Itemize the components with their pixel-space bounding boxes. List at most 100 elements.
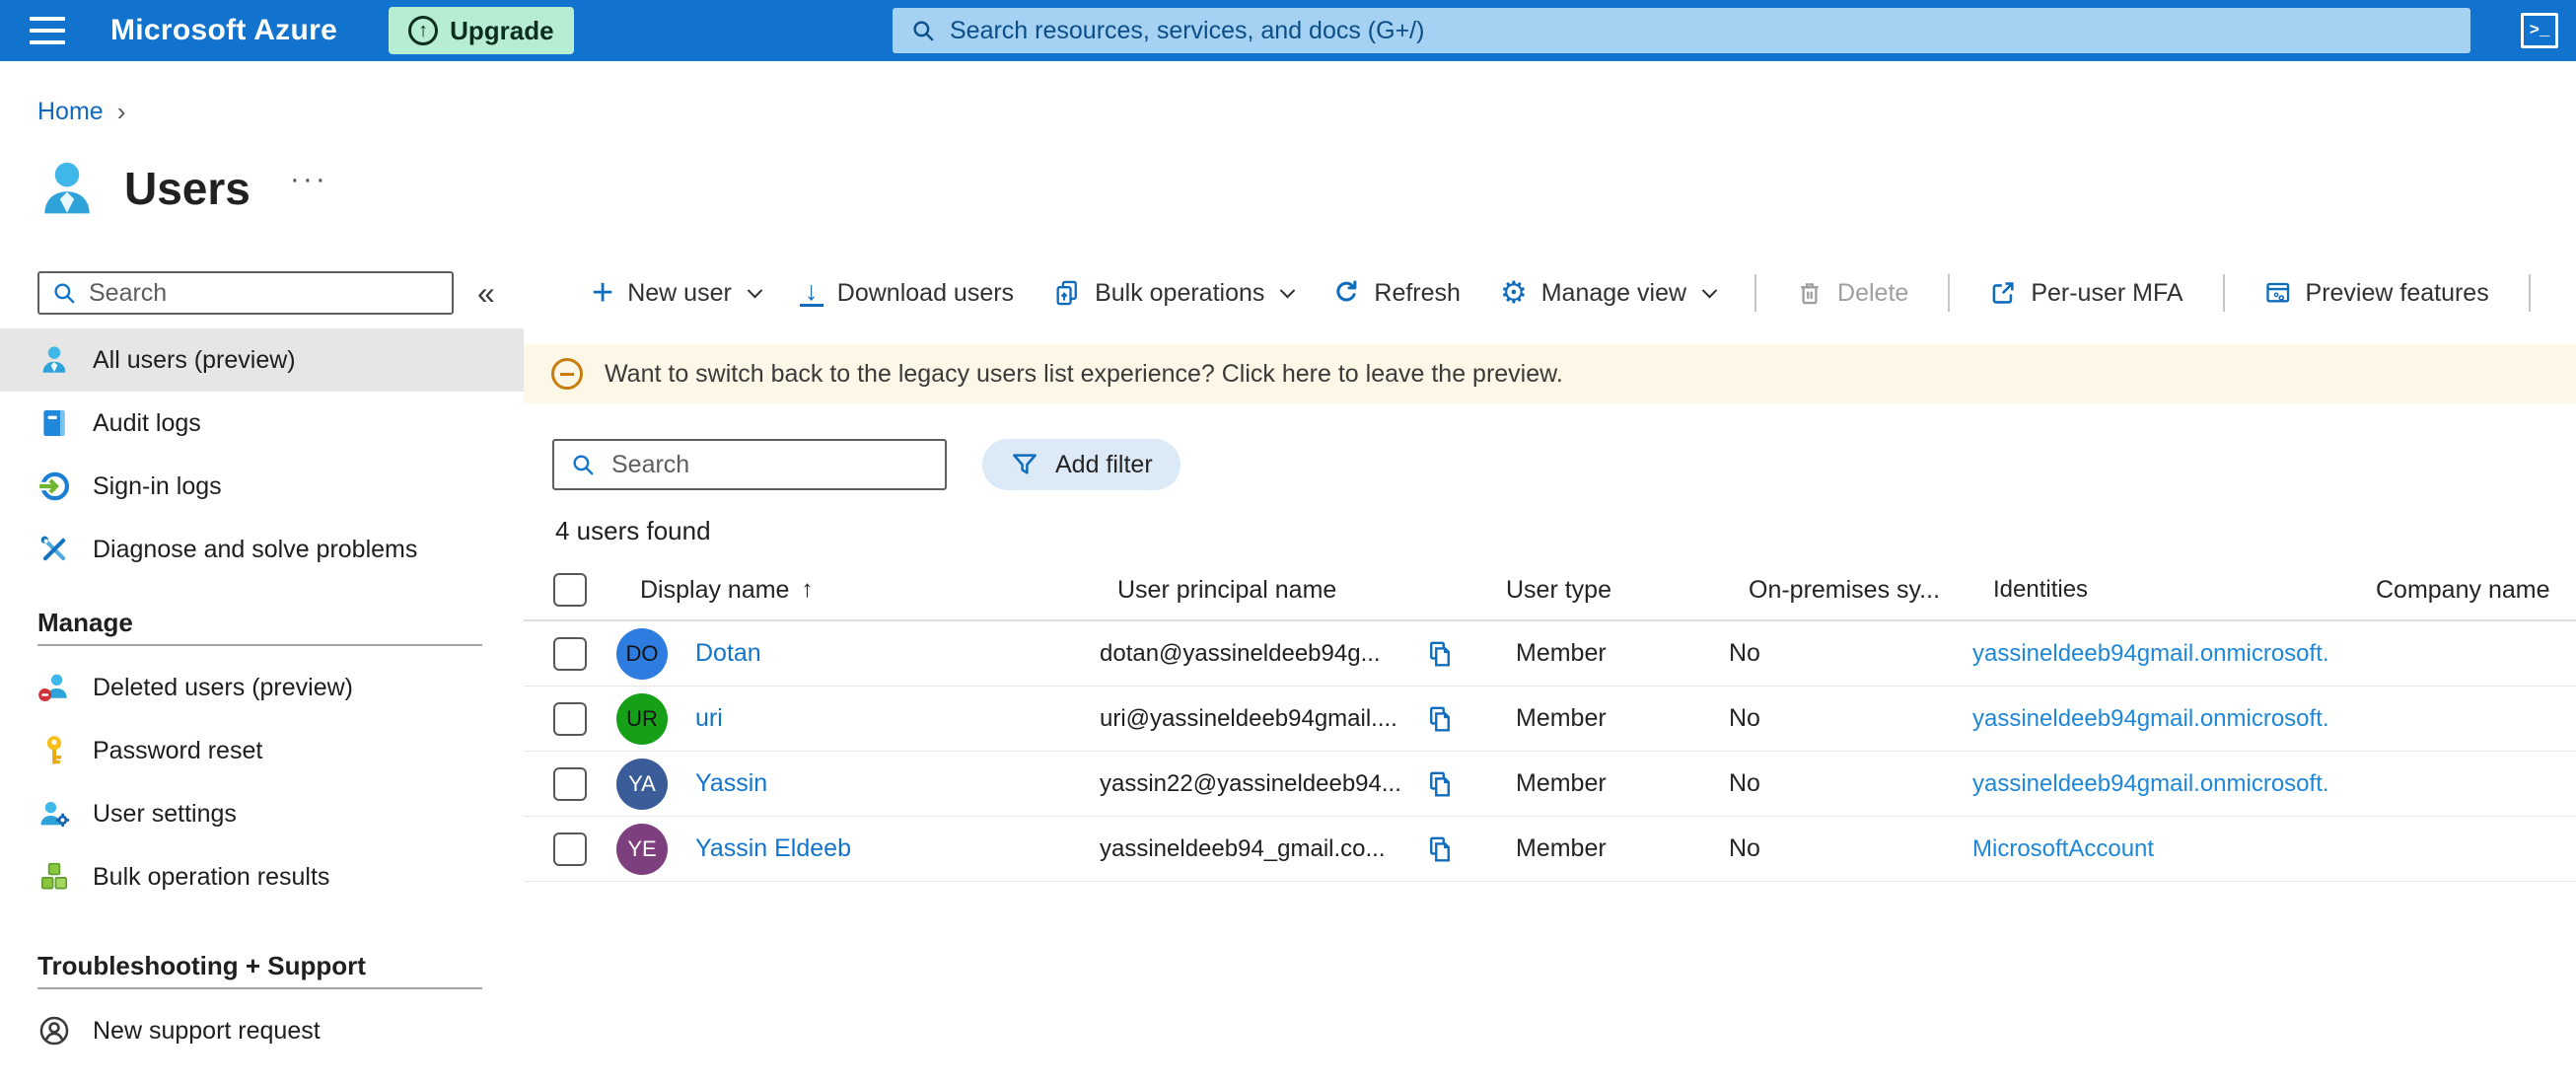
more-options-icon[interactable]: ··· (290, 163, 328, 196)
sidebar-item-audit-logs[interactable]: Audit logs (0, 392, 524, 455)
search-icon (573, 455, 594, 475)
users-search-input[interactable] (611, 450, 929, 479)
global-search-box[interactable] (893, 8, 2470, 53)
sidebar-nav: All users (preview) Audit logs Sign-in l… (0, 328, 524, 1062)
table-row: YA Yassin yassin22@yassineldeeb94... Mem… (524, 752, 2576, 817)
preview-features-icon (2265, 282, 2289, 303)
refresh-icon (1336, 280, 1357, 302)
trash-icon (1801, 283, 1819, 305)
page-header: Users ··· (36, 143, 2576, 234)
breadcrumb: Home › (37, 97, 2576, 127)
sidebar-item-password-reset[interactable]: Password reset (0, 719, 524, 782)
user-type: Member (1516, 639, 1607, 667)
user-principal-name: yassineldeeb94_gmail.co... (1100, 834, 1386, 862)
sidebar-item-all-users[interactable]: All users (preview) (0, 328, 524, 392)
global-search-input[interactable] (950, 16, 2453, 45)
divider (37, 644, 482, 646)
sidebar-item-label: User settings (93, 799, 237, 828)
chevron-right-icon: › (116, 97, 126, 126)
user-principal-name: yassin22@yassineldeeb94... (1100, 769, 1401, 797)
preview-features-button[interactable]: Preview features (2264, 279, 2489, 308)
divider (1754, 274, 1757, 312)
col-on-premises-sync[interactable]: On-premises sy... (1749, 576, 1940, 604)
divider (2528, 274, 2531, 312)
add-filter-button[interactable]: Add filter (982, 439, 1181, 490)
table-header-row: Display name ↑ User principal name User … (524, 560, 2576, 621)
row-checkbox[interactable] (553, 832, 587, 866)
manage-view-button[interactable]: ⚙ Manage view (1499, 275, 1718, 310)
cloud-shell-icon[interactable]: >_ (2521, 13, 2558, 48)
download-users-button[interactable]: ↓ Download users (799, 278, 1014, 308)
identities-link[interactable]: yassineldeeb94gmail.onmicrosoft. (1972, 705, 2329, 732)
table-row: UR uri uri@yassineldeeb94gmail.... Membe… (524, 687, 2576, 752)
chevron-down-icon (1280, 282, 1296, 298)
col-identities[interactable]: Identities (1993, 576, 2088, 603)
copy-icon[interactable] (1425, 769, 1455, 799)
bulk-operations-button[interactable]: Bulk operations (1053, 279, 1296, 308)
diagnose-tools-icon (40, 536, 66, 561)
copy-icon[interactable] (1425, 704, 1455, 734)
row-checkbox[interactable] (553, 636, 587, 671)
hamburger-menu-icon[interactable] (30, 17, 69, 44)
results-count: 4 users found (555, 516, 711, 545)
col-company-name[interactable]: Company name (2376, 576, 2549, 604)
delete-label: Delete (1837, 278, 1909, 307)
identities-link[interactable]: yassineldeeb94gmail.onmicrosoft. (1972, 770, 2329, 797)
upgrade-label: Upgrade (450, 15, 554, 45)
copy-icon[interactable] (1425, 639, 1455, 669)
sidebar-search-box[interactable] (37, 271, 454, 315)
delete-button[interactable]: Delete (1796, 279, 1908, 308)
user-settings-icon (40, 801, 70, 828)
refresh-label: Refresh (1374, 278, 1461, 307)
sidebar-item-bulk-results[interactable]: Bulk operation results (0, 845, 524, 908)
sidebar-item-label: Bulk operation results (93, 862, 330, 891)
sidebar-item-label: New support request (93, 1016, 321, 1045)
sidebar-item-sign-in-logs[interactable]: Sign-in logs (0, 455, 524, 518)
cubes-icon (40, 862, 68, 890)
divider (37, 987, 482, 989)
sidebar-item-deleted-users[interactable]: Deleted users (preview) (0, 656, 524, 719)
plus-icon: + (592, 272, 614, 314)
preview-banner[interactable]: Want to switch back to the legacy users … (524, 344, 2576, 403)
sort-ascending-icon: ↑ (801, 576, 814, 603)
user-type: Member (1516, 704, 1607, 732)
sidebar-item-new-support-request[interactable]: New support request (0, 999, 524, 1062)
sidebar-item-label: Diagnose and solve problems (93, 535, 418, 563)
user-display-name-link[interactable]: Dotan (695, 639, 761, 668)
refresh-button[interactable]: Refresh (1332, 279, 1461, 308)
upgrade-button[interactable]: ↑ Upgrade (389, 7, 574, 54)
col-user-principal-name[interactable]: User principal name (1117, 576, 1336, 605)
sidebar-item-user-settings[interactable]: User settings (0, 782, 524, 845)
identities-link[interactable]: yassineldeeb94gmail.onmicrosoft. (1972, 640, 2329, 667)
on-premises-sync: No (1729, 704, 1760, 732)
sidebar-item-diagnose[interactable]: Diagnose and solve problems (0, 518, 524, 581)
select-all-checkbox[interactable] (553, 573, 587, 607)
sidebar-item-label: Deleted users (preview) (93, 673, 353, 701)
col-user-type[interactable]: User type (1506, 576, 1611, 604)
gear-icon: ⚙ (1499, 275, 1528, 310)
col-display-name[interactable]: Display name (640, 576, 789, 605)
copy-icon[interactable] (1425, 834, 1455, 864)
per-user-mfa-button[interactable]: Per-user MFA (1989, 279, 2183, 308)
user-display-name-link[interactable]: uri (695, 704, 723, 733)
collapse-sidebar-button[interactable]: « (477, 275, 495, 312)
chevron-down-icon (1701, 282, 1718, 298)
sidebar-search-input[interactable] (89, 278, 440, 308)
sidebar-item-label: Sign-in logs (93, 471, 222, 500)
brand-title[interactable]: Microsoft Azure (110, 14, 337, 47)
users-search-box[interactable] (552, 439, 947, 490)
bulk-operations-icon (1056, 280, 1077, 306)
breadcrumb-home-link[interactable]: Home (37, 98, 104, 126)
user-display-name-link[interactable]: Yassin Eldeeb (695, 834, 851, 863)
user-type: Member (1516, 769, 1607, 797)
sidebar-item-label: All users (preview) (93, 345, 296, 374)
row-checkbox[interactable] (553, 701, 587, 736)
key-icon (46, 736, 62, 764)
sidebar-item-label: Audit logs (93, 408, 201, 437)
content-area: + New user ↓ Download users Bulk operati… (524, 265, 2576, 882)
row-checkbox[interactable] (553, 766, 587, 801)
identities-link[interactable]: MicrosoftAccount (1972, 835, 2154, 862)
users-page-icon (44, 162, 90, 214)
user-display-name-link[interactable]: Yassin (695, 769, 767, 798)
new-user-button[interactable]: + New user (592, 272, 763, 314)
